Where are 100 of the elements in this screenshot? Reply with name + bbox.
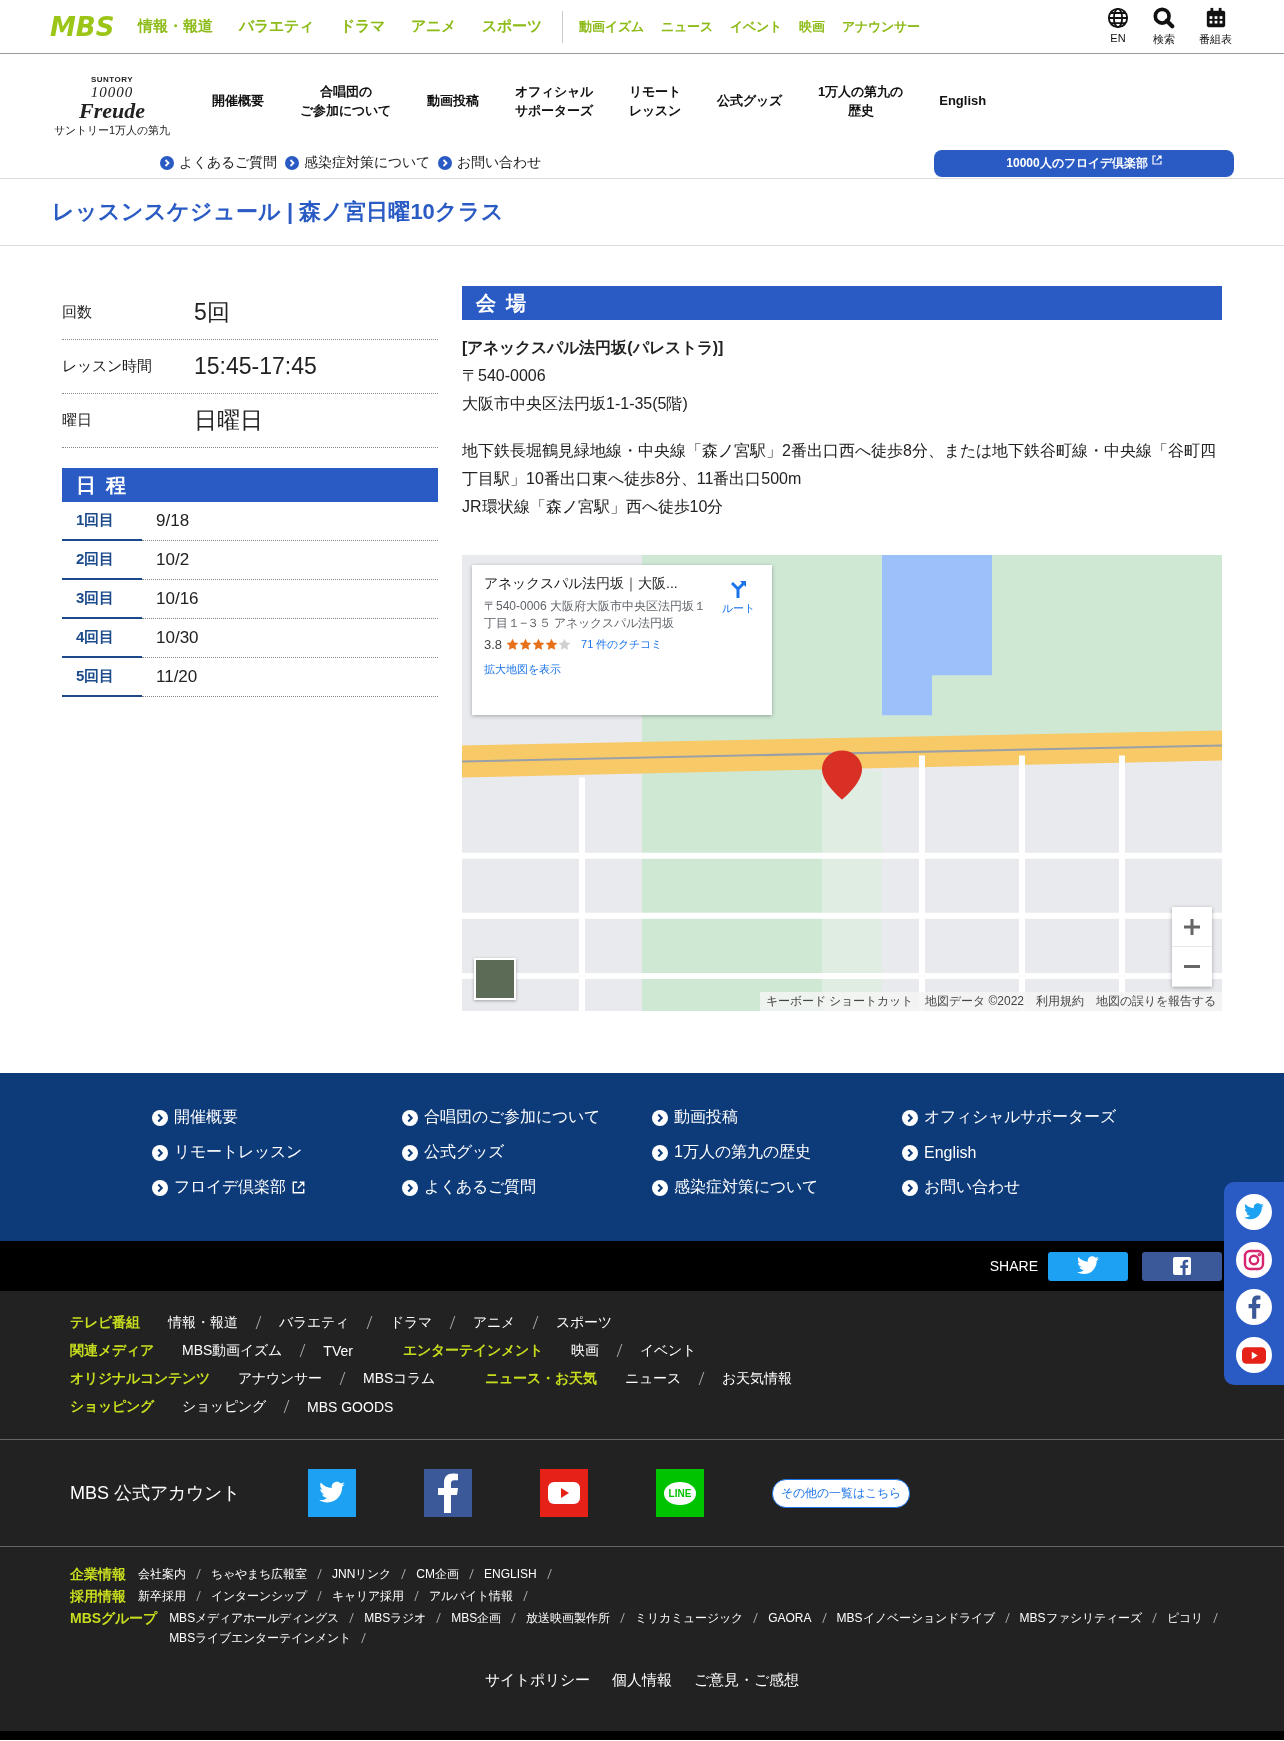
- footer-link[interactable]: TVer: [323, 1343, 353, 1359]
- place-title: アネックスパル法円坂｜大阪...: [484, 575, 679, 593]
- footer-link[interactable]: 会社案内: [138, 1565, 186, 1583]
- club-button[interactable]: 10000人のフロイデ倶楽部: [934, 149, 1234, 177]
- nav-link[interactable]: 1万人の第九の 歴史: [800, 81, 922, 121]
- footer-link[interactable]: キャリア採用: [332, 1587, 404, 1605]
- utility-link[interactable]: EN: [1107, 6, 1129, 47]
- footer-link[interactable]: インターンシップ: [211, 1587, 307, 1605]
- footer-link[interactable]: CM企画: [416, 1565, 459, 1583]
- category-heading[interactable]: テレビ番組: [70, 1314, 140, 1332]
- footer-link[interactable]: 動画投稿: [674, 1107, 738, 1128]
- footer-link[interactable]: ピコリ: [1166, 1609, 1203, 1627]
- sub-link[interactable]: 感染症対策について: [304, 154, 430, 172]
- footer-link[interactable]: ご意見・ご感想: [694, 1671, 799, 1690]
- account-link[interactable]: [540, 1469, 588, 1517]
- bird-icon: [318, 1481, 346, 1505]
- footer-link[interactable]: お天気情報: [722, 1370, 793, 1388]
- footer-link[interactable]: フロイデ倶楽部: [174, 1177, 286, 1198]
- footer-link[interactable]: バラエティ: [279, 1314, 349, 1332]
- nav-link[interactable]: 合唱団の ご参加について: [282, 81, 409, 121]
- footer-link[interactable]: MBSコラム: [363, 1370, 436, 1388]
- account-link[interactable]: [308, 1469, 356, 1517]
- footer-link[interactable]: 新卒採用: [138, 1587, 186, 1605]
- nav-link[interactable]: オフィシャル サポーターズ: [497, 81, 611, 121]
- larger-map-link[interactable]: 拡大地図を表示: [484, 661, 561, 677]
- footer-link[interactable]: GAORA: [768, 1609, 812, 1627]
- footer-link[interactable]: イベント: [639, 1342, 696, 1360]
- account-link[interactable]: [424, 1469, 472, 1517]
- footer-link[interactable]: 放送映画製作所: [526, 1609, 611, 1627]
- footer-link[interactable]: アニメ: [473, 1314, 515, 1332]
- plus-icon: [1183, 917, 1201, 936]
- footer-link[interactable]: ショッピング: [182, 1398, 266, 1416]
- footer-link[interactable]: MBSラジオ: [364, 1609, 427, 1627]
- footer-link[interactable]: 開催概要: [174, 1107, 238, 1128]
- footer-link[interactable]: スポーツ: [556, 1314, 612, 1332]
- map-attribution-link[interactable]: 地図データ ©2022: [925, 993, 1024, 1010]
- chevron-icon: [402, 1144, 418, 1161]
- lesson-number: 4回目: [62, 619, 142, 658]
- footer-link[interactable]: MBSメディアホールディングス: [169, 1609, 340, 1627]
- sub-link[interactable]: よくあるご質問: [179, 154, 277, 172]
- footer-link[interactable]: アルバイト情報: [429, 1587, 513, 1605]
- footer-link[interactable]: サイトポリシー: [485, 1671, 590, 1690]
- footer-link[interactable]: 感染症対策について: [674, 1177, 818, 1198]
- footer-link[interactable]: MBSイノベーションドライブ: [836, 1609, 995, 1627]
- social-share-button[interactable]: [1236, 1241, 1272, 1278]
- category-heading[interactable]: エンターテインメント: [402, 1342, 543, 1360]
- footer-link[interactable]: ミリカミュージック: [635, 1609, 744, 1627]
- footer-link[interactable]: 個人情報: [612, 1671, 672, 1690]
- footer-link[interactable]: ENGLISH: [484, 1565, 537, 1583]
- satellite-thumbnail[interactable]: [474, 958, 516, 1000]
- category-heading[interactable]: MBSグループ: [70, 1609, 158, 1627]
- footer-link[interactable]: ニュース: [625, 1370, 682, 1388]
- calendar-icon: [1204, 6, 1227, 29]
- zoom-out-button[interactable]: [1172, 947, 1212, 987]
- footer-link[interactable]: オフィシャルサポーターズ: [924, 1107, 1116, 1128]
- footer-link[interactable]: アナウンサー: [238, 1370, 322, 1388]
- social-share-button[interactable]: [1236, 1193, 1272, 1230]
- footer-link[interactable]: English: [924, 1143, 977, 1162]
- category-heading[interactable]: 関連メディア: [70, 1342, 154, 1360]
- map-attribution-link[interactable]: 地図の誤りを報告する: [1096, 993, 1216, 1010]
- nav-link[interactable]: 動画投稿: [409, 91, 497, 111]
- share-button[interactable]: [1048, 1251, 1128, 1281]
- footer-link[interactable]: リモートレッスン: [174, 1142, 302, 1163]
- nav-link[interactable]: 開催概要: [194, 91, 282, 111]
- footer-link[interactable]: ちゃやまち広報室: [211, 1565, 307, 1583]
- map-attribution-link[interactable]: 利用規約: [1036, 993, 1084, 1010]
- footer-link[interactable]: よくあるご質問: [424, 1177, 536, 1198]
- footer-link[interactable]: 情報・報道: [168, 1314, 238, 1332]
- footer-link[interactable]: 1万人の第九の歴史: [674, 1142, 811, 1163]
- footer-link[interactable]: MBS GOODS: [307, 1399, 394, 1415]
- map-attribution-link[interactable]: キーボード ショートカット: [765, 993, 914, 1010]
- footer-link[interactable]: MBSファシリティーズ: [1019, 1609, 1142, 1627]
- footer-link[interactable]: MBS企画: [451, 1609, 502, 1627]
- nav-link[interactable]: 公式グッズ: [699, 91, 800, 111]
- social-share-button[interactable]: [1236, 1289, 1272, 1326]
- category-heading[interactable]: ニュース・お天気: [485, 1370, 598, 1388]
- category-heading[interactable]: ショッピング: [70, 1398, 154, 1416]
- route-button[interactable]: ルート: [716, 575, 760, 705]
- footer-link[interactable]: 映画: [570, 1342, 599, 1360]
- share-button[interactable]: [1142, 1251, 1222, 1281]
- nav-link[interactable]: English: [921, 91, 1005, 111]
- footer-link[interactable]: JNNリンク: [332, 1565, 392, 1583]
- footer-link[interactable]: MBSライブエンターテインメント: [169, 1629, 352, 1647]
- zoom-in-button[interactable]: [1172, 907, 1212, 947]
- category-heading[interactable]: 企業情報: [70, 1565, 126, 1583]
- footer-link[interactable]: MBS動画イズム: [182, 1342, 283, 1360]
- more-accounts-link[interactable]: その他の一覧はこちら: [772, 1478, 910, 1508]
- footer-link[interactable]: 合唱団のご参加について: [424, 1107, 600, 1128]
- social-share-button[interactable]: [1236, 1337, 1272, 1374]
- category-heading[interactable]: オリジナルコンテンツ: [70, 1370, 210, 1388]
- footer-link[interactable]: ドラマ: [390, 1314, 432, 1332]
- utility-link[interactable]: 検索: [1153, 6, 1175, 47]
- reviews-link[interactable]: 71 件のクチコミ: [581, 636, 663, 652]
- lesson-number: 5回目: [62, 658, 142, 697]
- nav-link[interactable]: リモート レッスン: [611, 81, 699, 121]
- utility-link[interactable]: 番組表: [1199, 6, 1232, 47]
- sub-link[interactable]: お問い合わせ: [457, 154, 541, 172]
- category-heading[interactable]: 採用情報: [70, 1587, 126, 1605]
- footer-link[interactable]: 公式グッズ: [424, 1142, 504, 1163]
- footer-link[interactable]: お問い合わせ: [924, 1177, 1020, 1198]
